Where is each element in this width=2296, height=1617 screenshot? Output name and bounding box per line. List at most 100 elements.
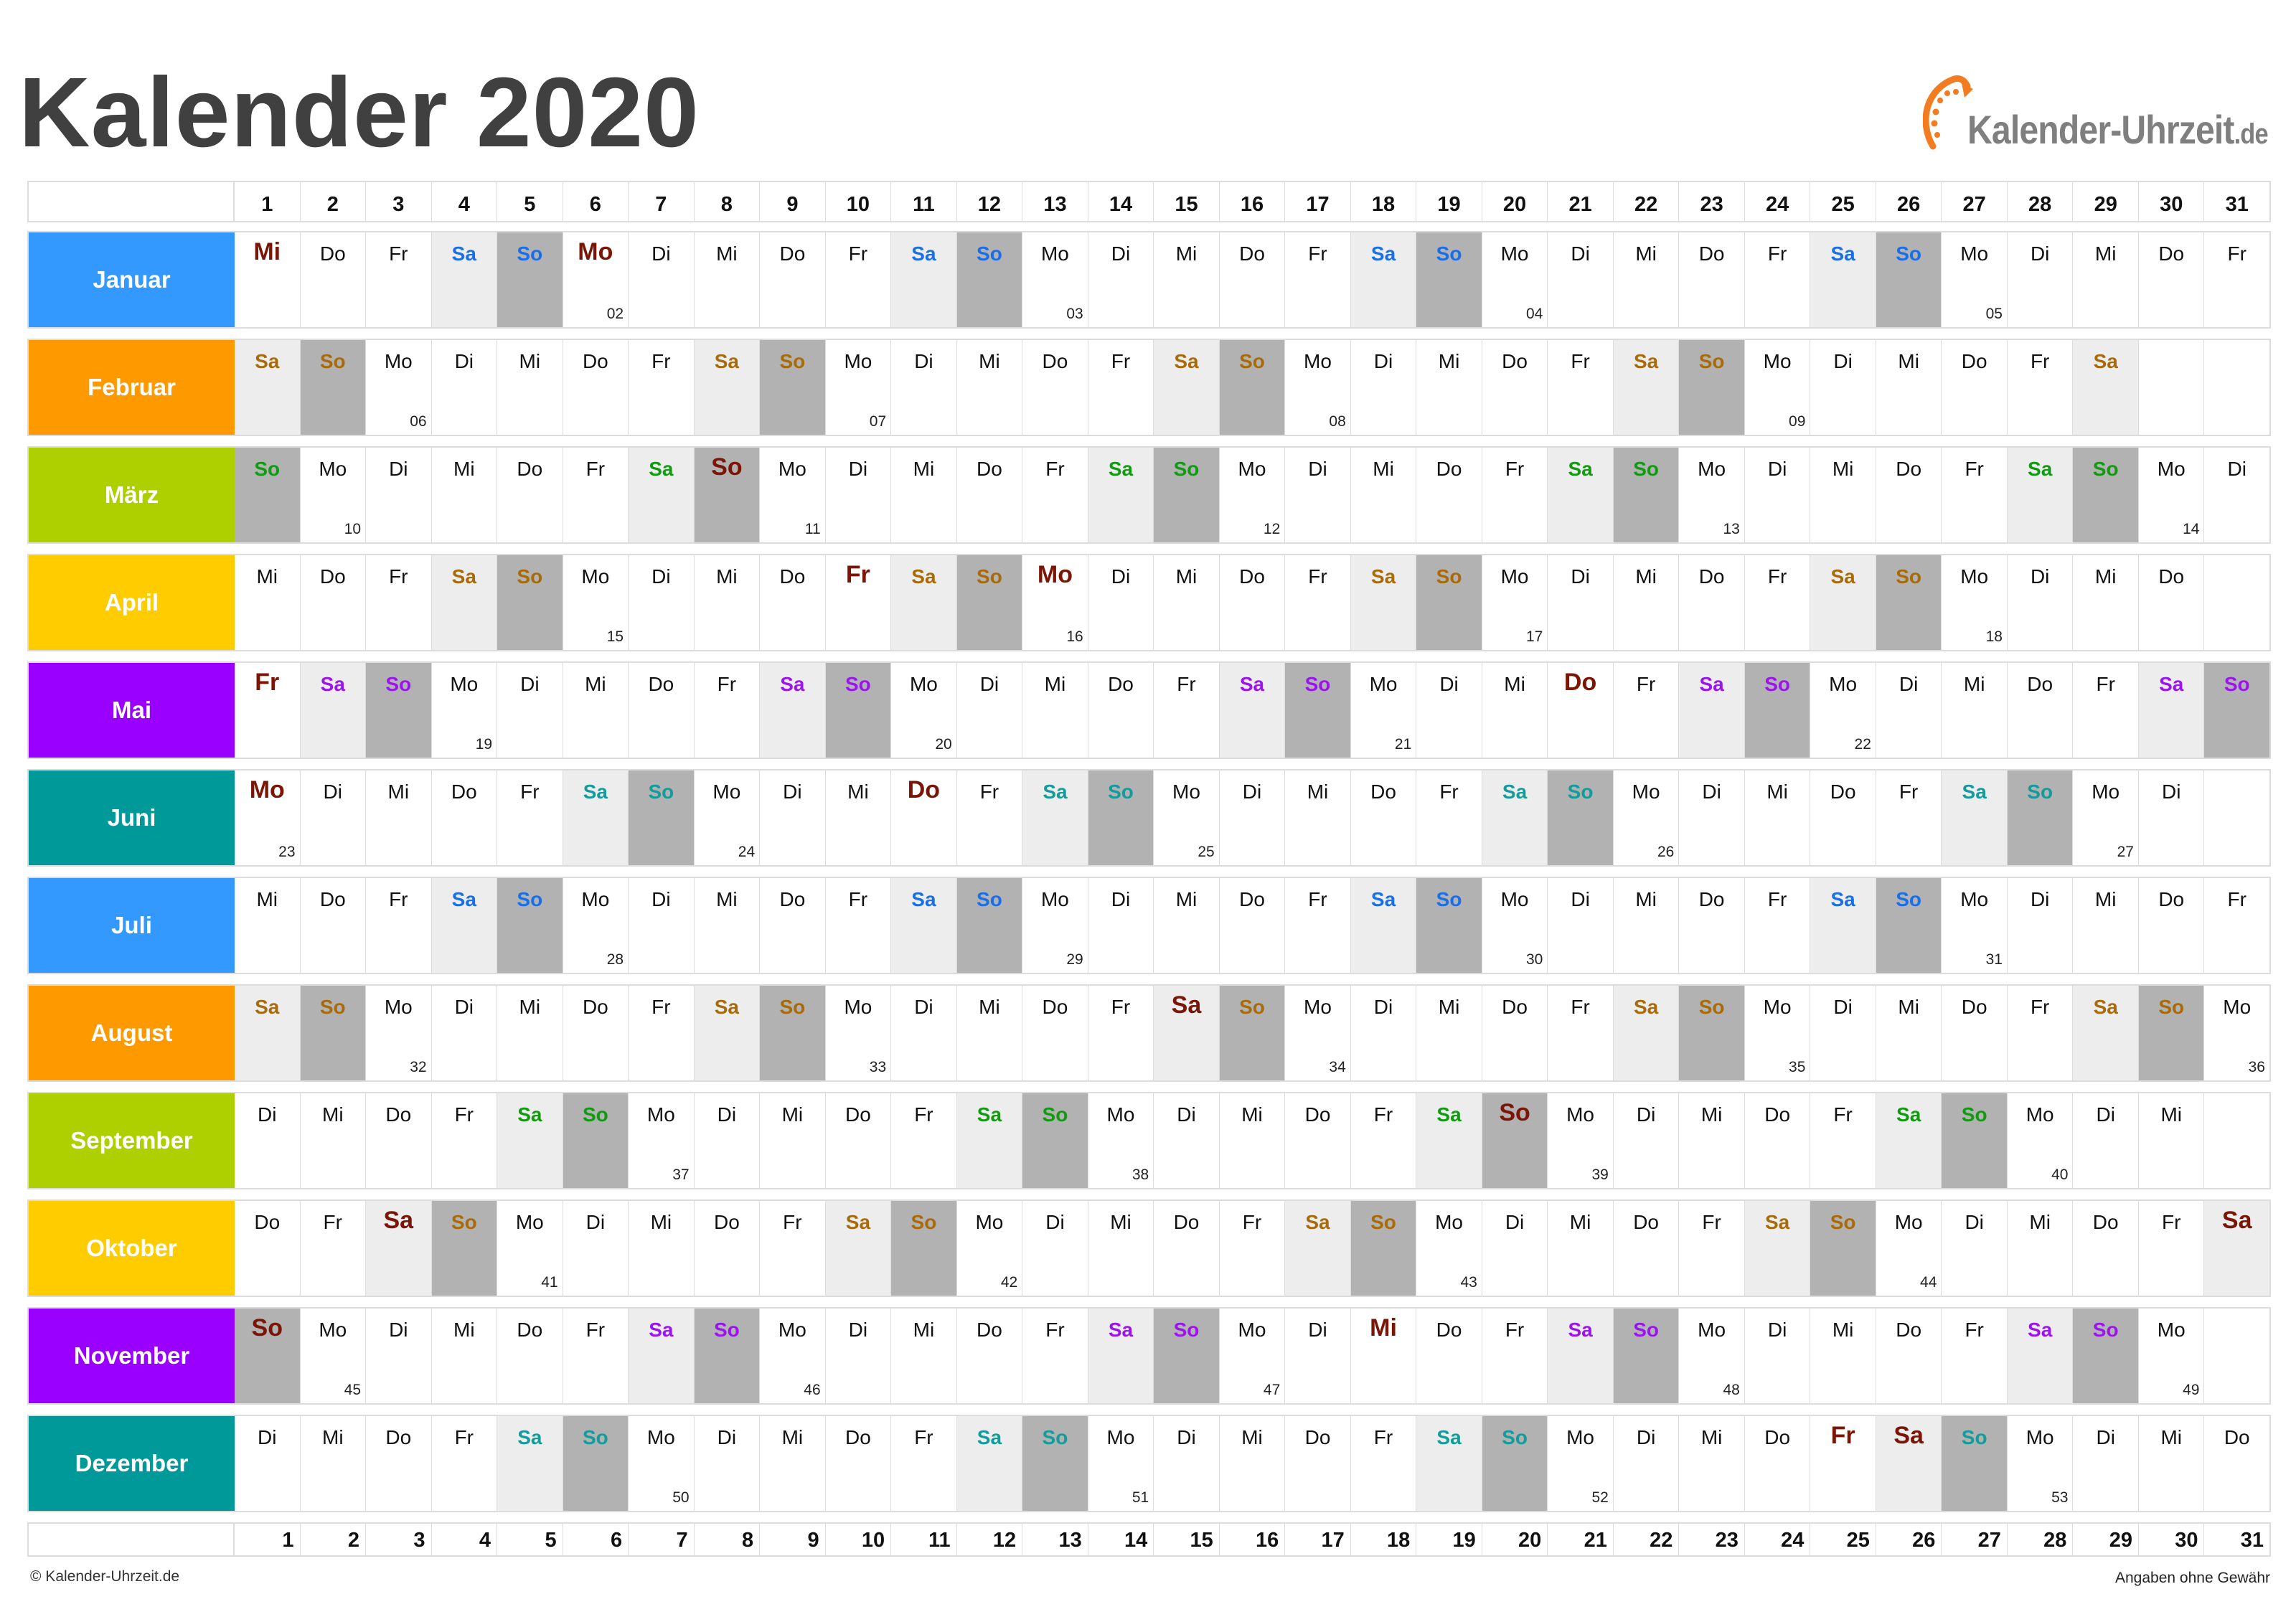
day-cell[interactable]: Sa [1416, 1416, 1482, 1511]
day-cell[interactable]: Mi [2138, 1416, 2205, 1511]
day-cell[interactable]: So [1942, 1416, 2008, 1511]
day-cell[interactable]: Fr [1088, 340, 1154, 435]
day-cell[interactable]: Sa [1482, 770, 1548, 865]
day-cell[interactable]: Fr [1285, 232, 1351, 327]
day-cell[interactable]: Sa [366, 1201, 432, 1296]
day-cell[interactable]: Sa [1416, 1093, 1482, 1188]
day-cell[interactable]: Mi [1482, 663, 1548, 758]
day-cell[interactable]: Di [629, 555, 695, 650]
day-cell[interactable]: Do [300, 555, 367, 650]
day-cell[interactable]: Do [2204, 1416, 2269, 1511]
day-cell[interactable]: Mo 22 [1810, 663, 1876, 758]
day-cell[interactable]: Do [366, 1093, 432, 1188]
day-cell[interactable]: Fr [1285, 555, 1351, 650]
day-cell[interactable]: Fr [1285, 878, 1351, 973]
day-cell[interactable]: Di [1942, 1201, 2008, 1296]
day-cell[interactable]: Mi [235, 555, 301, 650]
day-cell[interactable]: Mo 39 [1548, 1093, 1614, 1188]
day-cell[interactable]: So [497, 232, 563, 327]
day-cell[interactable]: Mo 45 [300, 1309, 367, 1403]
day-cell[interactable]: Di [366, 448, 432, 542]
day-cell[interactable]: Di [825, 1309, 892, 1403]
month-label[interactable]: Juli [29, 878, 235, 973]
day-cell[interactable]: Mi [2073, 555, 2139, 650]
day-cell[interactable]: So [1154, 448, 1220, 542]
day-cell[interactable]: Mi [1416, 340, 1482, 435]
day-cell[interactable]: Do [1416, 1309, 1482, 1403]
day-cell[interactable]: Di [1548, 878, 1614, 973]
day-cell[interactable]: Sa [956, 1416, 1023, 1511]
day-cell[interactable]: Fr [956, 770, 1023, 865]
day-cell[interactable]: Mo 10 [300, 448, 367, 542]
day-cell[interactable]: Di [2138, 770, 2205, 865]
day-cell[interactable]: Sa [1548, 1309, 1614, 1403]
day-cell[interactable]: Fr [497, 770, 563, 865]
day-cell[interactable]: So [629, 770, 695, 865]
day-cell[interactable]: Fr [694, 663, 761, 758]
day-cell[interactable]: Mo 48 [1679, 1309, 1745, 1403]
day-cell[interactable]: Sa [300, 663, 367, 758]
day-cell[interactable]: Fr [431, 1416, 498, 1511]
day-cell[interactable]: Mo 29 [1022, 878, 1088, 973]
day-cell[interactable]: Mo 46 [760, 1309, 826, 1403]
day-cell[interactable]: Fr [1744, 555, 1811, 650]
day-cell[interactable]: Mo 52 [1548, 1416, 1614, 1511]
day-cell[interactable]: Do [2073, 1201, 2139, 1296]
day-cell[interactable]: Mi [1416, 986, 1482, 1080]
day-cell[interactable]: Do [366, 1416, 432, 1511]
day-cell[interactable]: Sa [760, 663, 826, 758]
day-cell[interactable]: Di [2073, 1093, 2139, 1188]
day-cell[interactable]: Do [1482, 340, 1548, 435]
month-label[interactable]: August [29, 986, 235, 1080]
day-cell[interactable]: Mi [1219, 1416, 1286, 1511]
day-cell[interactable]: Fr [1154, 663, 1220, 758]
day-cell[interactable]: Di [1810, 986, 1876, 1080]
day-cell[interactable]: Fr [431, 1093, 498, 1188]
day-cell[interactable]: Fr [2204, 878, 2269, 973]
day-cell[interactable]: Fr [300, 1201, 367, 1296]
day-cell[interactable]: Do [300, 232, 367, 327]
month-label[interactable]: Dezember [29, 1416, 235, 1511]
day-cell[interactable]: Di [1285, 448, 1351, 542]
day-cell[interactable]: Sa [497, 1416, 563, 1511]
day-cell[interactable]: Mi [1744, 770, 1811, 865]
day-cell[interactable]: Sa [1613, 340, 1680, 435]
day-cell[interactable]: Di [1810, 340, 1876, 435]
day-cell[interactable]: Do [431, 770, 498, 865]
day-cell[interactable]: So [1350, 1201, 1417, 1296]
day-cell[interactable]: Fr [1219, 1201, 1286, 1296]
day-cell[interactable]: Mo 27 [2073, 770, 2139, 865]
day-cell[interactable]: Sa [235, 340, 301, 435]
day-cell[interactable]: Fr [2007, 340, 2074, 435]
day-cell[interactable]: Di [235, 1093, 301, 1188]
day-cell[interactable]: Sa [1219, 663, 1286, 758]
day-cell[interactable]: Di [1022, 1201, 1088, 1296]
day-cell[interactable]: Mo 08 [1285, 340, 1351, 435]
day-cell[interactable]: So [497, 555, 563, 650]
day-cell[interactable]: Fr [2138, 1201, 2205, 1296]
day-cell[interactable]: Mi [431, 448, 498, 542]
day-cell[interactable]: Mi [1876, 340, 1942, 435]
day-cell[interactable]: Do [1679, 555, 1745, 650]
day-cell[interactable]: Mo 17 [1482, 555, 1548, 650]
day-cell[interactable]: Mo 24 [694, 770, 761, 865]
day-cell[interactable]: Fr [235, 663, 301, 758]
day-cell[interactable]: Mo 50 [629, 1416, 695, 1511]
day-cell[interactable]: Do [1285, 1416, 1351, 1511]
day-cell[interactable]: Do [563, 986, 629, 1080]
day-cell[interactable]: Mo 09 [1744, 340, 1811, 435]
day-cell[interactable]: Mo 49 [2138, 1309, 2205, 1403]
day-cell[interactable]: Mo 16 [1022, 555, 1088, 650]
day-cell[interactable]: Mi [629, 1201, 695, 1296]
day-cell[interactable]: Do [1285, 1093, 1351, 1188]
day-cell[interactable]: Mi [235, 232, 301, 327]
day-cell[interactable]: Di [1679, 770, 1745, 865]
day-cell[interactable]: Do [629, 663, 695, 758]
day-cell[interactable]: Di [629, 232, 695, 327]
day-cell[interactable]: Do [1876, 448, 1942, 542]
day-cell[interactable]: Di [2007, 232, 2074, 327]
day-cell[interactable]: Fr [1088, 986, 1154, 1080]
day-cell[interactable]: Mo 18 [1942, 555, 2008, 650]
day-cell[interactable]: Do [956, 448, 1023, 542]
month-label[interactable]: November [29, 1309, 235, 1403]
